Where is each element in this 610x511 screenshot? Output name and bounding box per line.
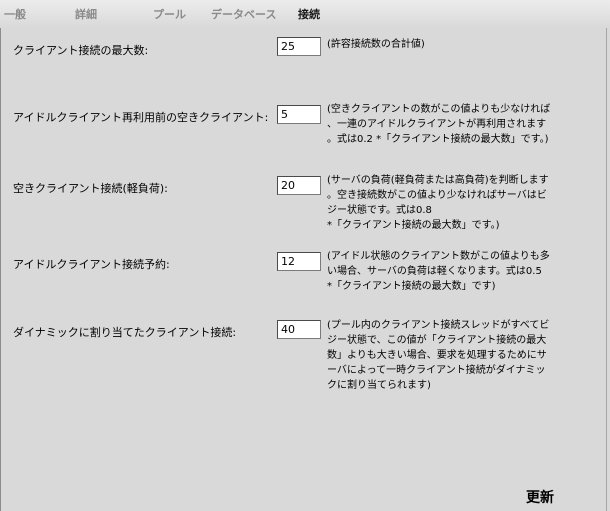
free-light-description: (サーバの負荷(軽負荷または高負荷)を判断します 。空き接続数がこの値より少なけ… [327,175,549,231]
tab-bar: 一般 詳細 プール データベース 接続 [0,0,610,28]
tab-advanced[interactable]: 詳細 [75,6,97,22]
tab-pool[interactable]: プール [153,6,186,22]
max-clients-description: (許容接続数の合計値) [327,39,425,50]
update-button[interactable]: 更新 [526,487,554,507]
idle-reuse-description: (空きクライアントの数がこの値よりも少なければ 、一連のアイドルクライアントが再… [327,104,551,145]
idle-reuse-input[interactable] [277,105,321,124]
free-light-label: 空きクライアント接続(軽負荷): [13,182,168,195]
idle-reuse-label: アイドルクライアント再利用前の空きクライアント: [13,111,269,124]
dynamic-description: (プール内のクライアント接続スレッドがすべてビ ジー状態で、この値が「クライアン… [327,320,550,391]
tab-general[interactable]: 一般 [4,6,26,22]
max-clients-input[interactable] [277,37,321,56]
free-light-input[interactable] [277,176,321,195]
connection-settings-panel: クライアント接続の最大数: (許容接続数の合計値) アイドルクライアント再利用前… [0,28,607,511]
dynamic-input[interactable] [277,320,321,339]
tab-database[interactable]: データベース [211,6,276,22]
idle-reserve-input[interactable] [277,252,321,271]
tab-connection[interactable]: 接続 [298,6,320,22]
idle-reserve-label: アイドルクライアント接続予約: [13,258,170,271]
max-clients-label: クライアント接続の最大数: [13,44,149,57]
idle-reserve-description: (アイドル状態のクライアント数がこの値よりも多 い場合、サーバの負荷は軽くなりま… [327,251,550,292]
dynamic-label: ダイナミックに割り当てたクライアント接続: [13,326,237,339]
